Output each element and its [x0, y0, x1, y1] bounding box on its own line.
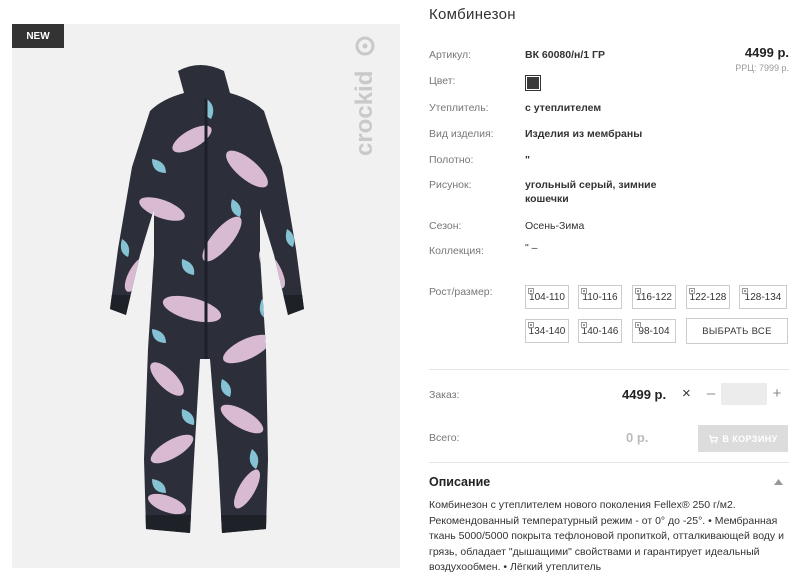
product-title: Комбинезон: [429, 6, 516, 23]
quantity-input[interactable]: [721, 383, 767, 405]
brand-logo: crockid: [351, 36, 378, 156]
total-value: 0 р.: [626, 430, 649, 445]
svg-text:crockid: crockid: [351, 71, 378, 156]
attr-value-collection: " –: [525, 242, 538, 254]
size-option[interactable]: 128-134: [739, 285, 787, 309]
attr-label-sizes: Рост/размер:: [429, 286, 493, 298]
attr-label-pattern: Рисунок:: [429, 179, 472, 191]
chevron-up-icon[interactable]: [774, 479, 783, 485]
recommended-price: РРЦ: 7999 р.: [735, 63, 789, 73]
attr-label-season: Сезон:: [429, 220, 462, 232]
size-option[interactable]: 116-122: [632, 285, 676, 309]
attr-label-fabric: Полотно:: [429, 154, 474, 166]
order-label: Заказ:: [429, 389, 460, 401]
select-all-sizes-button[interactable]: ВЫБРАТЬ ВСЕ: [686, 318, 788, 344]
add-to-cart-button[interactable]: В КОРЗИНУ: [698, 425, 788, 452]
description-title: Описание: [429, 475, 491, 489]
attr-value-product-type: Изделия из мембраны: [525, 128, 643, 140]
new-badge: NEW: [12, 24, 64, 48]
total-label: Всего:: [429, 432, 460, 444]
cart-icon: [709, 434, 719, 444]
attr-label-article: Артикул:: [429, 49, 472, 61]
attr-value-fabric: ": [525, 154, 530, 166]
size-option[interactable]: 122-128: [686, 285, 730, 309]
quantity-decrease-button[interactable]: –: [705, 385, 717, 402]
quantity-increase-button[interactable]: +: [771, 385, 783, 402]
attr-value-pattern: угольный серый, зимние кошечки: [525, 179, 657, 205]
size-option[interactable]: 110-116: [578, 285, 622, 309]
attr-label-color: Цвет:: [429, 75, 456, 87]
size-option[interactable]: 140-146: [578, 319, 622, 343]
product-image-panel[interactable]: NEW crockid: [12, 24, 400, 568]
order-price: 4499 р.: [622, 387, 667, 402]
attr-value-insulation: с утеплителем: [525, 102, 602, 114]
size-option[interactable]: 98-104: [632, 319, 676, 343]
attr-label-insulation: Утеплитель:: [429, 102, 489, 114]
attr-label-collection: Коллекция:: [429, 245, 484, 257]
description-text: Комбинезон с утеплителем нового поколени…: [429, 499, 784, 573]
attr-label-product-type: Вид изделия:: [429, 128, 494, 140]
size-option[interactable]: 104-110: [525, 285, 569, 309]
attr-value-article: ВК 60080/н/1 ГР: [525, 49, 605, 61]
attr-value-season: Осень-Зима: [525, 220, 585, 232]
remove-order-icon[interactable]: ×: [682, 385, 691, 402]
color-swatch[interactable]: [525, 75, 541, 91]
jumpsuit-photo: [110, 65, 304, 533]
size-option[interactable]: 134-140: [525, 319, 569, 343]
divider: [429, 369, 789, 370]
description-header[interactable]: Описание: [429, 462, 789, 499]
add-to-cart-label: В КОРЗИНУ: [722, 433, 778, 444]
product-price: 4499 р.: [744, 45, 789, 60]
